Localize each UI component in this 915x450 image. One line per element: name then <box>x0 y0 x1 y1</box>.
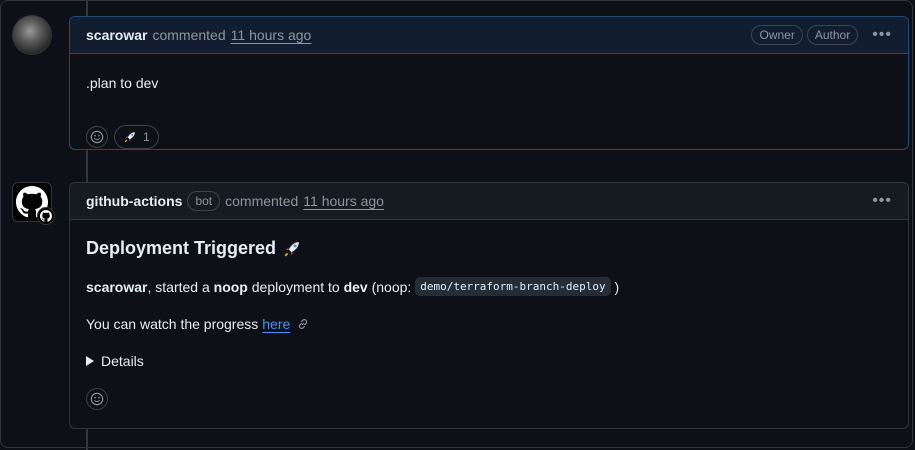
deploy-mode: noop <box>213 278 248 295</box>
github-actions-avatar[interactable] <box>12 182 55 225</box>
details-label: Details <box>101 353 144 369</box>
rocket-icon <box>284 241 299 257</box>
comment-1: scarowar commented 11 hours ago Owner Au… <box>69 16 909 150</box>
deploy-env: dev <box>343 278 368 295</box>
link-icon <box>299 319 308 329</box>
smiley-icon <box>90 392 104 406</box>
details-toggle[interactable]: Details <box>86 353 144 369</box>
summary-text: (noop: <box>367 278 416 295</box>
comment-body: .plan to dev <box>86 75 159 91</box>
summary-text: deployment to <box>247 278 344 295</box>
more-options-icon[interactable]: ••• <box>872 193 892 209</box>
triangle-right-icon <box>86 356 94 366</box>
comment-verb: commented <box>225 193 299 209</box>
user-avatar[interactable] <box>12 15 52 55</box>
progress-link[interactable]: here <box>262 316 290 332</box>
bot-badge <box>37 207 55 225</box>
author-link[interactable]: github-actions <box>86 193 182 209</box>
comment-header: scarowar commented 11 hours ago Owner Au… <box>70 17 908 54</box>
branch-code: demo/terraform-branch-deploy <box>415 277 611 296</box>
author-badge: Author <box>806 25 859 45</box>
deploy-user: scarowar <box>86 278 148 295</box>
deployment-summary: scarowar, started a noop deployment to d… <box>86 277 619 296</box>
more-options-icon[interactable]: ••• <box>872 27 892 43</box>
add-reaction-button[interactable] <box>86 126 108 148</box>
owner-badge: Owner <box>751 25 803 45</box>
bot-label: bot <box>187 191 221 211</box>
rocket-icon <box>124 132 135 143</box>
progress-line: You can watch the progress here <box>86 316 310 332</box>
github-mark-icon <box>40 210 52 222</box>
smiley-icon <box>90 130 104 144</box>
heading-text: Deployment Triggered <box>86 238 277 258</box>
comment-2: github-actions bot commented 11 hours ag… <box>69 182 909 429</box>
rocket-reaction[interactable]: 1 <box>114 125 159 149</box>
reactions-row: 1 <box>86 125 159 149</box>
timestamp-link[interactable]: 11 hours ago <box>303 193 384 209</box>
progress-text: You can watch the progress <box>86 316 259 332</box>
reaction-count: 1 <box>143 130 150 144</box>
comment-verb: commented <box>152 27 226 43</box>
timestamp-link[interactable]: 11 hours ago <box>231 27 312 43</box>
comment-heading: Deployment Triggered <box>86 238 302 259</box>
summary-text: , started a <box>147 278 214 295</box>
author-link[interactable]: scarowar <box>86 27 147 43</box>
comment-header: github-actions bot commented 11 hours ag… <box>70 183 908 220</box>
summary-text: ) <box>610 278 620 295</box>
reactions-row <box>86 388 108 410</box>
add-reaction-button[interactable] <box>86 388 108 410</box>
